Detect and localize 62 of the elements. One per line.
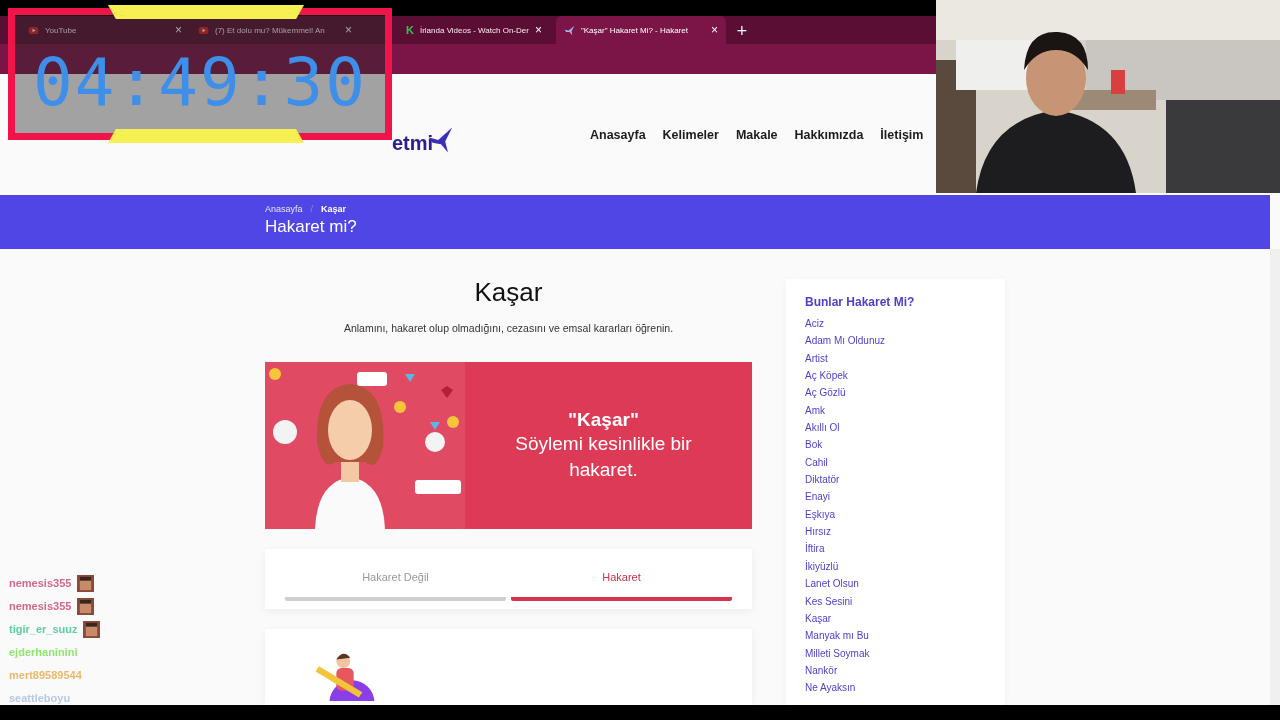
scrollbar[interactable] xyxy=(1270,249,1280,705)
close-tab-button[interactable]: × xyxy=(345,23,352,37)
article-title: Kaşar xyxy=(473,277,544,308)
close-tab-button[interactable]: × xyxy=(710,23,718,37)
sidebar-title: Bunlar Hakaret Mi? xyxy=(805,295,916,309)
tab-title: "Kaşar" Hakaret Mi? - Hakaret xyxy=(580,25,689,35)
chat-username: mert89589544 xyxy=(9,669,82,681)
bird-icon xyxy=(563,24,575,36)
sidebar-link[interactable]: Lanet Olsun xyxy=(805,575,1005,593)
sidebar-link[interactable]: Kaşar xyxy=(805,609,1005,628)
browser-tab[interactable]: YouTube × xyxy=(20,16,190,44)
nav-link[interactable]: Makale xyxy=(735,127,778,142)
breadcrumb-link[interactable]: Anasayfa xyxy=(265,204,303,214)
chat-username: nemesis355 xyxy=(9,577,72,589)
verdict-tab[interactable]: Hakaret xyxy=(511,549,732,601)
new-tab-button[interactable]: + xyxy=(725,19,758,41)
sidebar-link[interactable]: Aç Gözlü xyxy=(805,384,1005,402)
browser-tab[interactable]: K İrlanda Videos - Watch On-Der × xyxy=(398,16,556,44)
tab-title: (7) Et dolu mu? Mükemmel! An xyxy=(215,25,326,35)
chat-username: nemesis355 xyxy=(9,600,72,612)
sidebar-link[interactable]: İkiyüzlü xyxy=(805,557,1005,576)
banner-word: "Kaşar" xyxy=(568,408,639,431)
video-icon xyxy=(28,24,39,36)
nav-link[interactable]: İletişim xyxy=(880,127,924,142)
banner-text: Söylemi kesinlikle bir hakaret. xyxy=(514,431,693,482)
site-logo[interactable]: etmi xyxy=(392,131,434,155)
close-tab-button[interactable]: × xyxy=(175,23,182,37)
sidebar-link[interactable]: Milleti Soymak xyxy=(805,644,1005,662)
tab-title: YouTube xyxy=(45,25,78,35)
breadcrumb-link[interactable]: Kaşar xyxy=(321,204,347,214)
chat-username: tigir_er_suuz xyxy=(9,623,78,635)
sidebar-link[interactable]: Kes Sesini xyxy=(805,592,1005,610)
breadcrumb-separator: / xyxy=(310,204,314,214)
sidebar-link[interactable]: Artist xyxy=(805,349,1005,368)
sidebar-link[interactable]: İftira xyxy=(805,540,1005,558)
tab-title: İrlanda Videos - Watch On-Der xyxy=(419,25,529,35)
tab-icon: K xyxy=(406,24,414,36)
sidebar-link[interactable]: Hırsız xyxy=(805,523,1005,541)
nav-link[interactable]: Anasayfa xyxy=(590,127,646,142)
sidebar-link[interactable]: Ne Ayaksın xyxy=(805,679,1005,697)
nav-link[interactable]: Hakkımızda xyxy=(794,127,864,142)
article-subtitle: Anlamını, hakaret olup olmadığını, cezasını ve emsal kararları öğrenin. xyxy=(342,322,675,334)
sidebar-link[interactable]: Manyak mı Bu xyxy=(805,627,1005,645)
page-heading: Hakaret mi? xyxy=(265,217,358,237)
sidebar-link[interactable]: Adam Mı Oldunuz xyxy=(805,332,1005,350)
sidebar-link[interactable]: Aciz xyxy=(805,315,1005,333)
sidebar-link[interactable]: Diktatör xyxy=(805,471,1005,489)
sidebar-link[interactable]: Bok xyxy=(805,436,1005,454)
sidebar-link[interactable]: Nankör xyxy=(805,661,1005,680)
nav-link[interactable]: Kelimeler xyxy=(662,127,719,142)
video-icon xyxy=(198,24,209,36)
close-tab-button[interactable]: × xyxy=(534,23,542,37)
sidebar-link[interactable]: Enayi xyxy=(805,488,1005,506)
sidebar-link[interactable]: Akıllı Ol xyxy=(805,419,1005,437)
sidebar-link[interactable]: Cahil xyxy=(805,453,1005,472)
sidebar-link[interactable]: Eşkıya xyxy=(805,505,1005,524)
sidebar-link[interactable]: Aç Köpek xyxy=(805,367,1005,385)
chat-username: ejderhaninini xyxy=(9,646,78,658)
browser-tab[interactable]: (7) Et dolu mu? Mükemmel! An × xyxy=(190,16,360,44)
browser-tab[interactable]: "Kaşar" Hakaret Mi? - Hakaret × xyxy=(555,16,726,44)
sidebar-link[interactable]: Amk xyxy=(805,401,1005,420)
chat-username: seattleboyu xyxy=(9,692,71,704)
